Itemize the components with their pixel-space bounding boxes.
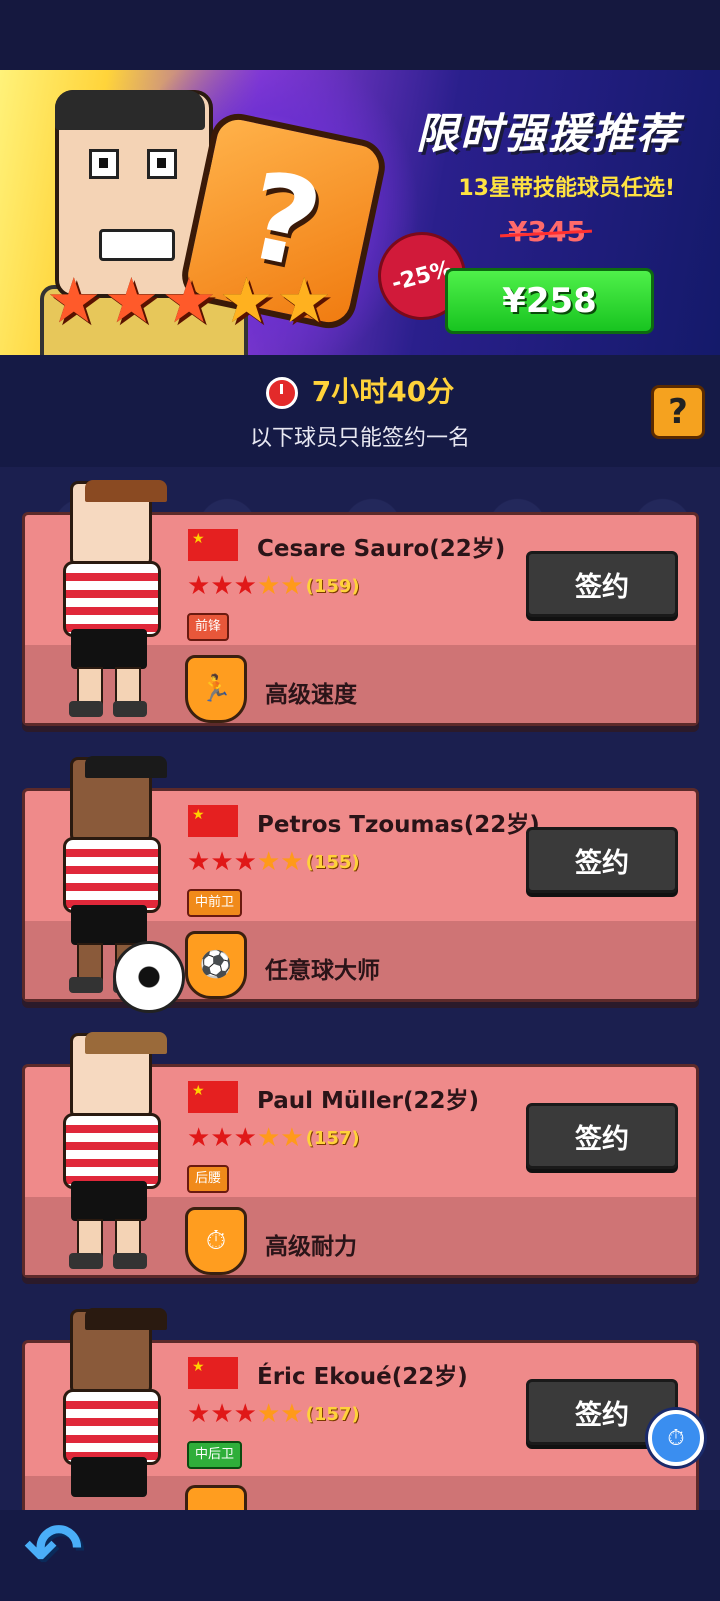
china-flag-icon: ★: [188, 529, 238, 561]
star-icon: ★: [276, 264, 332, 337]
star-icon: ★: [256, 1399, 281, 1429]
player-card: ★ Éric Ekoué(22岁) ★ ★ ★ ★ ★ (157) 中后卫 签约: [22, 1308, 699, 1516]
player-rating: (159): [305, 575, 360, 597]
china-flag-icon: ★: [188, 1357, 238, 1389]
player-stars: ★ ★ ★ ★ ★ (155): [187, 849, 360, 875]
help-button[interactable]: ?: [651, 385, 705, 439]
star-icon: ★: [218, 264, 275, 337]
sign-button[interactable]: 签约: [526, 551, 678, 617]
star-icon: ★: [233, 1123, 257, 1153]
star-icon: ★: [187, 1123, 211, 1153]
soccer-ball-icon: [113, 941, 185, 1013]
position-badge: 前锋: [187, 613, 230, 641]
star-icon: ★: [256, 1123, 281, 1153]
player-rating: (157): [305, 1403, 360, 1425]
clock-icon: [265, 377, 298, 409]
china-flag-icon: ★: [188, 805, 238, 837]
player-avatar: [55, 1032, 167, 1273]
bottom-bar: [0, 1510, 720, 1601]
player-name: Cesare Sauro(22岁): [257, 536, 506, 562]
countdown: 7小时40分: [0, 370, 720, 410]
player-rating: (157): [305, 1127, 360, 1149]
star-icon: ★: [233, 847, 257, 877]
banner-title: 限时强援推荐: [415, 109, 680, 158]
runner-icon: 🏃: [185, 655, 247, 723]
star-icon: ★: [210, 571, 234, 601]
sign-button[interactable]: 签约: [526, 827, 678, 893]
banner-stars: ★ ★ ★ ★ ★: [46, 270, 332, 332]
star-icon: ★: [210, 1123, 234, 1153]
skill-name: 高级耐力: [265, 1234, 357, 1260]
skill-name: 任意球大师: [265, 958, 380, 984]
timer-bar: 7小时40分 以下球员只能签约一名: [0, 355, 720, 467]
position-badge: 中前卫: [187, 889, 243, 917]
star-icon: ★: [233, 571, 257, 601]
free-kick-icon: ⚽: [185, 931, 247, 999]
star-icon: ★: [280, 1123, 304, 1153]
china-flag-icon: ★: [188, 1081, 238, 1113]
star-icon: ★: [161, 264, 217, 337]
player-stars: ★ ★ ★ ★ ★ (157): [187, 1125, 360, 1151]
skill-name: 高级速度: [265, 682, 357, 708]
stamina-icon: ⏱: [185, 1207, 247, 1275]
banner-subtitle: 13星带技能球员任选!: [458, 176, 675, 201]
star-icon: ★: [210, 847, 234, 877]
player-card: ★ Cesare Sauro(22岁) ★ ★ ★ ★ ★ (159) 前锋 🏃 高级速…: [22, 480, 699, 726]
star-icon: ★: [187, 571, 211, 601]
star-icon: ★: [187, 847, 211, 877]
buy-button[interactable]: ¥258: [445, 268, 654, 334]
promo-banner[interactable]: ? ★ ★ ★ ★ ★ 限时强援推荐 13星带技能球员任选! ¥345 -25%…: [0, 70, 720, 355]
player-stars: ★ ★ ★ ★ ★ (157): [187, 1401, 360, 1427]
player-name: Éric Ekoué(22岁): [257, 1364, 468, 1390]
player-rating: (155): [305, 851, 360, 873]
position-badge: 中后卫: [187, 1441, 243, 1469]
player-card: ★ Paul Müller(22岁) ★ ★ ★ ★ ★ (157) 后腰 ⏱ 高级耐力…: [22, 1032, 699, 1278]
star-icon: ★: [256, 847, 281, 877]
star-icon: ★: [187, 1399, 211, 1429]
player-name: Paul Müller(22岁): [257, 1088, 480, 1114]
star-icon: ★: [280, 847, 304, 877]
player-avatar: [55, 480, 167, 721]
star-icon: ★: [103, 264, 160, 337]
stopwatch-icon[interactable]: ⏱: [648, 1410, 704, 1466]
player-card: ★ Petros Tzoumas(22岁) ★ ★ ★ ★ ★ (155) 中前卫 ⚽ …: [22, 756, 699, 1013]
star-icon: ★: [256, 571, 281, 601]
star-icon: ★: [280, 1399, 304, 1429]
back-button[interactable]: ↶: [24, 1514, 100, 1584]
top-bar: [0, 0, 720, 70]
star-icon: ★: [210, 1399, 234, 1429]
sign-limit-note: 以下球员只能签约一名: [249, 426, 470, 451]
original-price: ¥345: [499, 215, 593, 248]
position-badge: 后腰: [187, 1165, 230, 1193]
star-icon: ★: [46, 264, 102, 337]
player-stars: ★ ★ ★ ★ ★ (159): [187, 573, 360, 599]
star-icon: ★: [233, 1399, 257, 1429]
star-icon: ★: [280, 571, 304, 601]
sign-button[interactable]: 签约: [526, 1103, 678, 1169]
player-name: Petros Tzoumas(22岁): [257, 812, 540, 838]
